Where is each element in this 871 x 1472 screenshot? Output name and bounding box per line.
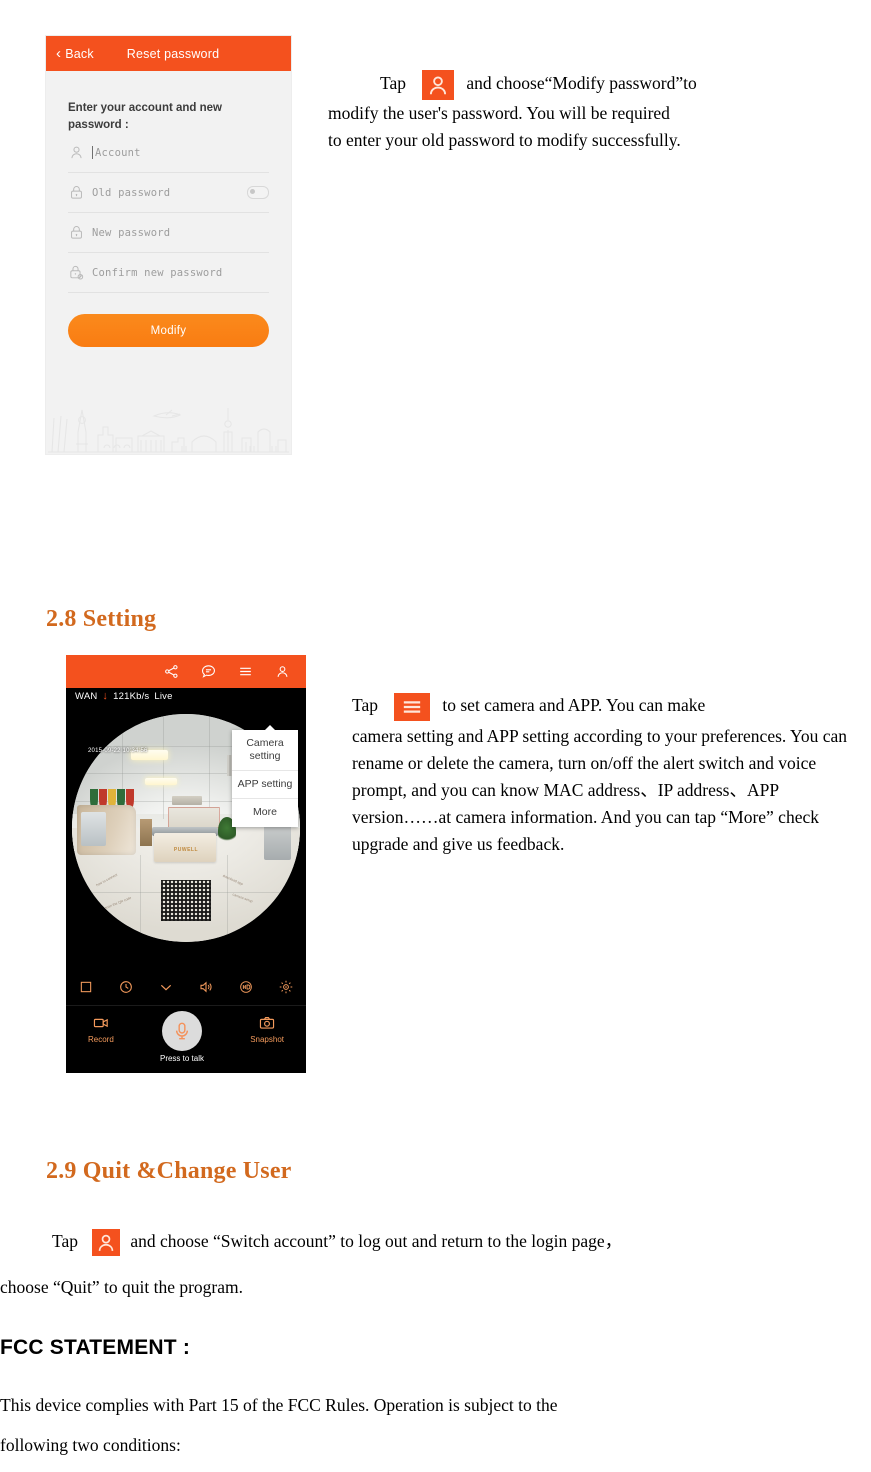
reset-password-title: Reset password	[126, 46, 220, 61]
para-quit-line2: choose “Quit” to quit the program.	[0, 1277, 243, 1298]
para-setting-body: camera setting and APP setting according…	[352, 725, 848, 855]
press-to-talk-label: Press to talk	[159, 1054, 204, 1063]
live-topbar	[66, 655, 306, 688]
section-heading-2-8: 2.8 Setting	[46, 606, 157, 632]
form-prompt: Enter your account and new password :	[68, 102, 222, 131]
menu-item-camera-setting[interactable]: Camera setting	[232, 730, 298, 772]
brightness-icon[interactable]	[278, 979, 294, 995]
hd-icon[interactable]	[238, 979, 254, 995]
lock-icon	[68, 184, 85, 201]
network-type: WAN	[75, 691, 98, 702]
reset-password-phone-screenshot: ‹ Back Reset password Enter your account…	[46, 36, 291, 454]
password-visibility-toggle[interactable]	[247, 186, 269, 200]
confirm-new-password-field[interactable]: Confirm new password	[68, 253, 269, 294]
para-quit-line1: and choose “Switch account” to log out a…	[130, 1231, 623, 1251]
camera-icon	[258, 1015, 276, 1031]
live-camera-phone-screenshot: WAN ↓ 121Kb/s Live 2015-09-22 10:34:56 P…	[66, 655, 306, 1073]
video-timestamp: 2015-09-22 10:34:56	[88, 748, 148, 754]
para-reset-line2: modify the user's password. You will be …	[328, 103, 670, 123]
para-quit-lead: Tap	[52, 1231, 78, 1251]
live-video-viewport[interactable]: 2015-09-22 10:34:56 PUWELL how to connec…	[66, 688, 306, 968]
download-arrow-icon: ↓	[102, 690, 109, 702]
fcc-line1: This device complies with Part 15 of the…	[0, 1395, 558, 1415]
network-speed: 121Kb/s	[113, 691, 150, 702]
share-icon[interactable]	[163, 663, 180, 680]
new-password-field[interactable]: New password	[68, 213, 269, 254]
old-password-placeholder: Old password	[92, 186, 171, 199]
back-label: Back	[65, 46, 94, 61]
speaker-icon[interactable]	[198, 979, 214, 995]
text-caret	[92, 146, 93, 160]
record-label: Record	[88, 1035, 114, 1044]
modify-button[interactable]: Modify	[68, 314, 269, 348]
microphone-icon	[161, 1011, 202, 1051]
chevron-down-icon[interactable]	[158, 979, 174, 995]
person-icon[interactable]	[274, 663, 291, 680]
modify-button-label: Modify	[150, 324, 187, 337]
chat-icon[interactable]	[200, 663, 217, 680]
new-password-placeholder: New password	[92, 226, 171, 239]
lock-check-icon	[68, 264, 85, 281]
setting-paragraph: Tap to set camera and APP. You can make …	[352, 692, 852, 859]
confirm-new-password-placeholder: Confirm new password	[92, 266, 223, 279]
back-button[interactable]: ‹ Back	[56, 46, 94, 61]
floor-qr-code	[160, 880, 212, 922]
record-button[interactable]: Record	[88, 1015, 114, 1044]
person-icon-badge	[422, 70, 455, 100]
stream-mode: Live	[154, 691, 173, 702]
fcc-statement-title: FCC STATEMENT :	[0, 1336, 191, 1359]
reset-password-paragraph: Tap and choose“Modify password”to modify…	[328, 70, 848, 154]
account-field[interactable]: Account	[68, 133, 269, 174]
para-setting-line1: to set camera and APP. You can make	[442, 695, 706, 715]
old-password-field[interactable]: Old password	[68, 173, 269, 214]
quit-change-user-paragraph: Tap and choose “Switch account” to log o…	[0, 1228, 871, 1301]
reset-password-form: Enter your account and new password : Ac…	[46, 100, 291, 348]
live-status-line: WAN ↓ 121Kb/s Live	[75, 690, 173, 703]
para-reset-lead: Tap	[380, 73, 406, 94]
fcc-statement-body: This device complies with Part 15 of the…	[0, 1392, 820, 1459]
section-heading-2-9: 2.9 Quit &Change User	[46, 1158, 292, 1184]
reset-password-topbar: ‹ Back Reset password	[46, 36, 291, 71]
hamburger-menu-icon-badge	[394, 692, 431, 721]
account-placeholder: Account	[95, 146, 141, 159]
chevron-left-icon: ‹	[56, 45, 62, 62]
live-action-bar: Record Press to talk Snapshot	[66, 1007, 306, 1073]
para-reset-line1: and choose“Modify password”to	[466, 73, 697, 94]
video-camera-icon	[92, 1015, 110, 1031]
live-control-bar	[66, 968, 306, 1006]
person-icon-badge	[92, 1229, 121, 1257]
menu-item-app-setting[interactable]: APP setting	[232, 771, 298, 800]
desk-logo: PUWELL	[173, 846, 199, 853]
person-icon	[68, 144, 85, 161]
settings-dropdown-menu[interactable]: Camera setting APP setting More	[232, 725, 298, 827]
para-reset-line3: to enter your old password to modify suc…	[328, 130, 681, 151]
city-skyline-decoration	[48, 408, 289, 453]
press-to-talk-button[interactable]: Press to talk	[160, 1011, 204, 1063]
fcc-line2: following two conditions:	[0, 1435, 181, 1456]
para-setting-lead: Tap	[352, 695, 378, 715]
snapshot-button[interactable]: Snapshot	[250, 1015, 284, 1044]
hamburger-menu-icon[interactable]	[237, 663, 254, 680]
snapshot-label: Snapshot	[250, 1035, 284, 1044]
clock-icon[interactable]	[118, 979, 134, 995]
menu-item-more[interactable]: More	[232, 799, 298, 826]
stop-square-icon[interactable]	[78, 979, 94, 995]
lock-icon	[68, 224, 85, 241]
